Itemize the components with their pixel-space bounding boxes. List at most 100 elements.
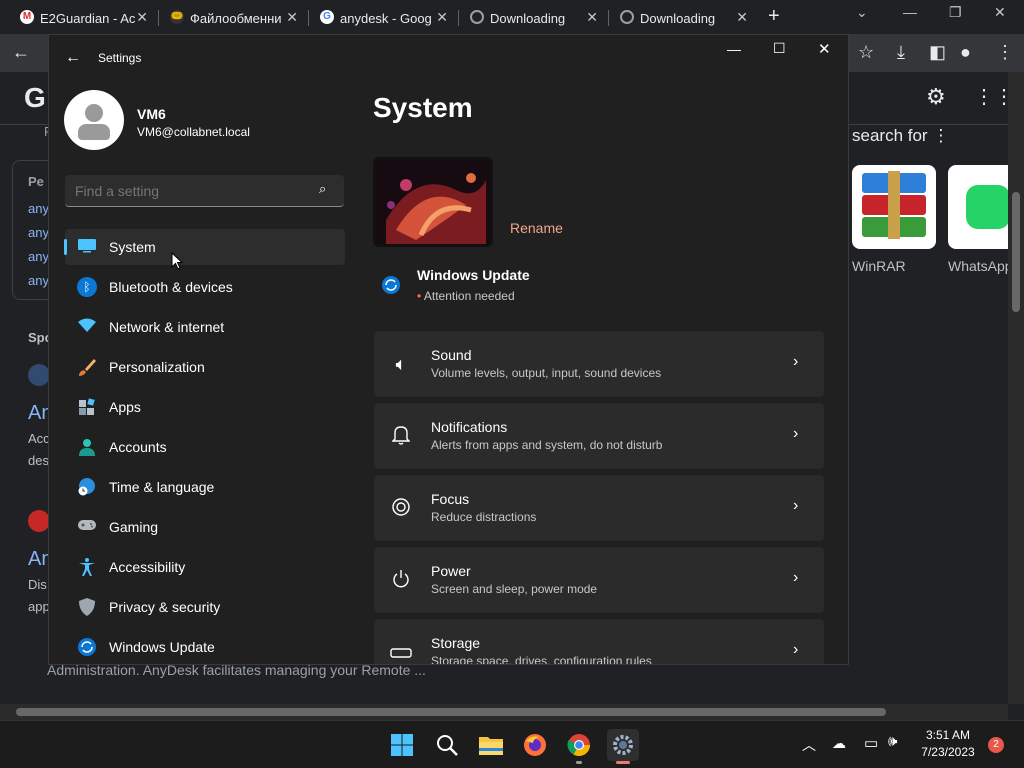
tab-label: E2Guardian - Ac <box>40 10 136 26</box>
clock-date[interactable]: 7/23/2023 <box>918 745 978 759</box>
more-options-icon[interactable]: ⋮ <box>932 126 949 145</box>
sidebar-item-accounts[interactable]: Accounts <box>65 429 345 465</box>
rename-link[interactable]: Rename <box>510 220 563 236</box>
network-icon[interactable]: ▭ <box>864 734 878 752</box>
file-explorer-button[interactable] <box>475 729 507 761</box>
app-name[interactable]: WinRAR <box>852 258 906 274</box>
tab-divider <box>308 10 309 26</box>
monitor-icon <box>77 237 97 257</box>
chevron-right-icon: › <box>793 353 799 370</box>
side-panel-icon[interactable]: ◧ <box>929 42 946 63</box>
chrome-button[interactable] <box>563 729 595 764</box>
firefox-button[interactable] <box>519 729 551 761</box>
clock-time[interactable]: 3:51 AM <box>918 728 978 742</box>
card-storage[interactable]: Storage Storage space, drives, configura… <box>374 619 824 664</box>
card-subtitle: Alerts from apps and system, do not dist… <box>431 438 663 452</box>
search-input[interactable] <box>75 181 305 201</box>
scrollbar-thumb[interactable] <box>1012 192 1020 312</box>
search-icon[interactable]: ⌕ <box>319 181 326 197</box>
close-icon[interactable]: ✕ <box>994 4 1006 21</box>
update-title[interactable]: Windows Update <box>417 267 530 283</box>
brush-icon <box>77 357 97 377</box>
browser-tab-fileshare[interactable]: ↈ Файлообменни ✕ <box>164 4 304 32</box>
minimize-icon[interactable]: — <box>903 4 917 20</box>
browser-tab-e2guardian[interactable]: M E2Guardian - Ac ✕ <box>14 4 154 32</box>
volume-icon[interactable]: 🕪︎ <box>888 733 897 750</box>
snippet-link[interactable]: any <box>28 201 49 216</box>
new-tab-button[interactable]: + <box>768 5 780 28</box>
restore-icon[interactable]: ❐ <box>949 4 962 21</box>
scrollbar-thumb[interactable] <box>16 708 886 716</box>
menu-icon[interactable]: ⋮ <box>996 42 1014 63</box>
card-sound[interactable]: 🔈︎ Sound Volume levels, output, input, s… <box>374 331 824 397</box>
update-icon <box>381 275 401 300</box>
sidebar-item-personalization[interactable]: Personalization <box>65 349 345 385</box>
tab-divider <box>158 10 159 26</box>
close-tab-icon[interactable]: ✕ <box>136 9 148 26</box>
card-title: Power <box>431 563 471 579</box>
close-tab-icon[interactable]: ✕ <box>586 9 598 26</box>
sidebar-item-time-language[interactable]: Time & language <box>65 469 345 505</box>
sidebar-item-gaming[interactable]: Gaming <box>65 509 345 545</box>
app-name[interactable]: WhatsApp <box>948 258 1008 274</box>
tab-divider <box>608 10 609 26</box>
sidebar-item-privacy-security[interactable]: Privacy & security <box>65 589 345 625</box>
update-status: • Attention needed <box>417 289 515 303</box>
back-arrow-icon[interactable]: ← <box>12 42 30 63</box>
back-arrow-icon[interactable]: ← <box>65 49 81 67</box>
sidebar-item-apps[interactable]: Apps <box>65 389 345 425</box>
start-button[interactable] <box>386 729 418 761</box>
taskbar: ︿ ☁ ▭ 🕪︎ 3:51 AM 7/23/2023 2 <box>0 720 1024 768</box>
chevron-right-icon: › <box>793 641 799 658</box>
gear-icon[interactable]: ⚙ <box>926 84 946 110</box>
snippet-link[interactable]: any <box>28 249 49 264</box>
snippet-link[interactable]: any <box>28 273 49 288</box>
download-icon[interactable]: ⤓ <box>897 42 905 63</box>
sidebar-item-accessibility[interactable]: Accessibility <box>65 549 345 585</box>
card-notifications[interactable]: Notifications Alerts from apps and syste… <box>374 403 824 469</box>
show-hidden-icons-icon[interactable]: ︿ <box>802 735 816 755</box>
user-name: VM6 <box>137 106 166 122</box>
sidebar-item-label: Windows Update <box>109 639 215 655</box>
whatsapp-app-card[interactable] <box>948 165 1008 249</box>
settings-app-button[interactable] <box>607 729 639 764</box>
profile-icon[interactable]: ● <box>960 42 971 63</box>
sidebar-item-label: System <box>109 239 156 255</box>
horizontal-scrollbar[interactable] <box>0 704 1008 720</box>
search-box[interactable]: ⌕ <box>65 175 344 207</box>
maximize-icon[interactable]: ☐ <box>773 40 786 57</box>
globe-icon <box>620 10 634 24</box>
avatar-body <box>78 124 110 140</box>
tab-search-icon[interactable]: ⌄ <box>856 4 868 21</box>
desktop-wallpaper-preview <box>373 157 493 247</box>
power-icon <box>390 569 412 591</box>
snippet-link[interactable]: any <box>28 225 49 240</box>
avatar[interactable] <box>64 90 124 150</box>
search-button[interactable] <box>431 729 463 761</box>
sidebar-item-network[interactable]: Network & internet <box>65 309 345 345</box>
browser-tab-anydesk-google[interactable]: G anydesk - Goog ✕ <box>314 4 454 32</box>
vertical-scrollbar[interactable] <box>1008 72 1024 704</box>
notification-badge[interactable]: 2 <box>988 737 1004 753</box>
bluetooth-icon: ᛒ <box>77 277 97 297</box>
result-snippet: app <box>28 599 50 614</box>
minimize-icon[interactable]: — <box>727 41 741 57</box>
card-power[interactable]: Power Screen and sleep, power mode › <box>374 547 824 613</box>
browser-tab-downloading-1[interactable]: Downloading ✕ <box>464 4 604 32</box>
close-tab-icon[interactable]: ✕ <box>736 9 748 26</box>
sidebar-item-label: Personalization <box>109 359 205 375</box>
winrar-app-card[interactable] <box>852 165 936 249</box>
sidebar-item-system[interactable]: System <box>64 229 345 265</box>
bookmark-star-icon[interactable]: ☆ <box>858 42 874 63</box>
tab-label: Файлообменни <box>190 10 282 26</box>
speaker-icon: 🔈︎ <box>395 354 407 374</box>
close-icon[interactable]: ✕ <box>818 40 831 58</box>
gmail-icon: M <box>20 10 34 24</box>
card-focus[interactable]: Focus Reduce distractions › <box>374 475 824 541</box>
close-tab-icon[interactable]: ✕ <box>436 9 448 26</box>
sidebar-item-bluetooth[interactable]: ᛒ Bluetooth & devices <box>65 269 345 305</box>
close-tab-icon[interactable]: ✕ <box>286 9 298 26</box>
sidebar-item-windows-update[interactable]: Windows Update <box>65 629 345 664</box>
browser-tab-downloading-2[interactable]: Downloading ✕ <box>614 4 754 32</box>
cloud-offline-icon[interactable]: ☁ <box>832 735 846 752</box>
